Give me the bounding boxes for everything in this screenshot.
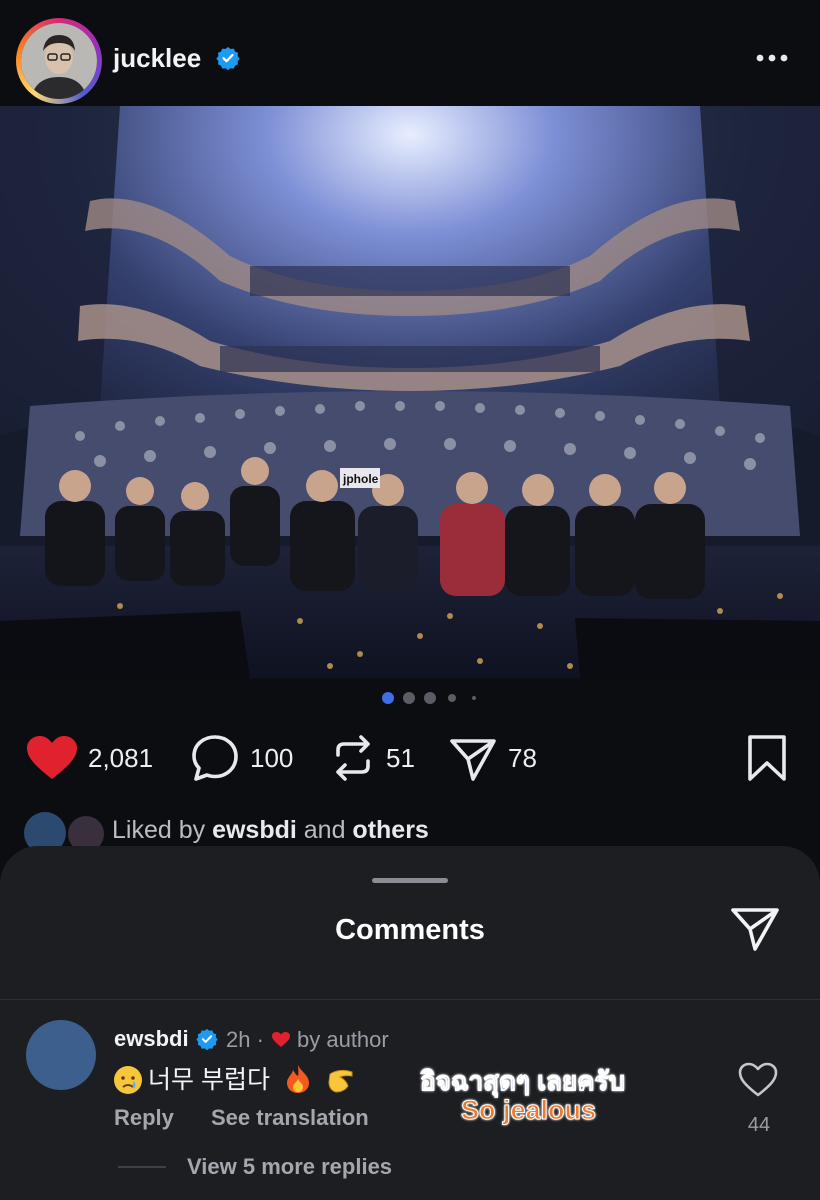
carousel-dot xyxy=(424,692,436,704)
post-header: jucklee xyxy=(0,0,820,106)
photo-sign-text: jphole xyxy=(342,472,379,486)
carousel-dot-active xyxy=(382,692,394,704)
sheet-title: Comments xyxy=(335,914,485,946)
like-button[interactable]: 2,081 xyxy=(26,728,153,788)
comment-bubble-icon xyxy=(192,735,238,781)
crying-face-icon xyxy=(114,1066,142,1094)
story-ring[interactable] xyxy=(16,18,102,104)
liked-by-middle: and xyxy=(296,816,353,844)
replies-connector-line xyxy=(118,1166,166,1168)
see-translation-button[interactable]: See translation xyxy=(211,1105,369,1131)
share-button[interactable]: 78 xyxy=(448,728,537,788)
comment-count: 100 xyxy=(250,742,294,773)
carousel-indicator xyxy=(0,690,820,706)
comment-body: 너무 부럽다 xyxy=(148,1066,270,1094)
heart-filled-icon xyxy=(27,736,77,779)
comment-text: 너무 부럽다 xyxy=(114,1060,356,1096)
reply-button[interactable]: Reply xyxy=(114,1105,174,1131)
repost-icon xyxy=(336,735,370,781)
comment-avatar[interactable] xyxy=(26,1020,96,1090)
comments-sheet: Comments ewsbdi 2h · by author 너무 부럽다 Re… xyxy=(0,846,820,1200)
carousel-dot xyxy=(448,694,456,702)
comment-button[interactable]: 100 xyxy=(190,728,293,788)
liked-by-others[interactable]: others xyxy=(352,816,428,844)
send-icon xyxy=(450,739,496,781)
heart-by-author-icon xyxy=(272,1032,290,1047)
like-count: 2,081 xyxy=(88,742,154,773)
comment-username[interactable]: ewsbdi xyxy=(114,1026,189,1052)
view-more-replies-button[interactable]: View 5 more replies xyxy=(187,1154,392,1180)
verified-badge-icon xyxy=(196,1028,218,1050)
liked-by-text: Liked by ewsbdi and others xyxy=(112,816,429,845)
liked-by-prefix: Liked by xyxy=(112,816,213,844)
more-horizontal-icon[interactable] xyxy=(752,46,792,70)
carousel-dot xyxy=(403,692,415,704)
bookmark-icon xyxy=(748,735,786,781)
sheet-drag-handle[interactable] xyxy=(372,878,448,883)
share-count: 78 xyxy=(508,742,537,773)
repost-count: 51 xyxy=(386,742,415,773)
carousel-dot xyxy=(472,696,476,700)
liked-by-user[interactable]: ewsbdi xyxy=(212,816,297,844)
post-action-bar: 2,081 100 51 78 xyxy=(0,728,820,788)
save-button[interactable] xyxy=(746,728,788,788)
liked-by-author-label: by author xyxy=(297,1027,389,1052)
send-icon[interactable] xyxy=(730,906,780,952)
pinching-hand-icon xyxy=(326,1066,356,1094)
verified-badge-icon xyxy=(216,47,240,70)
sheet-divider xyxy=(0,999,820,1000)
fire-icon xyxy=(285,1064,311,1094)
comment-like-count: 44 xyxy=(747,1114,771,1136)
post-username[interactable]: jucklee xyxy=(113,43,201,74)
heart-outline-icon[interactable] xyxy=(738,1062,778,1098)
avatar[interactable] xyxy=(21,23,97,99)
post-photo[interactable]: jphole xyxy=(0,106,820,678)
comment-time: 2h · xyxy=(226,1027,264,1052)
overlay-caption-english: So jealous xyxy=(460,1095,597,1126)
repost-button[interactable]: 51 xyxy=(330,728,415,788)
